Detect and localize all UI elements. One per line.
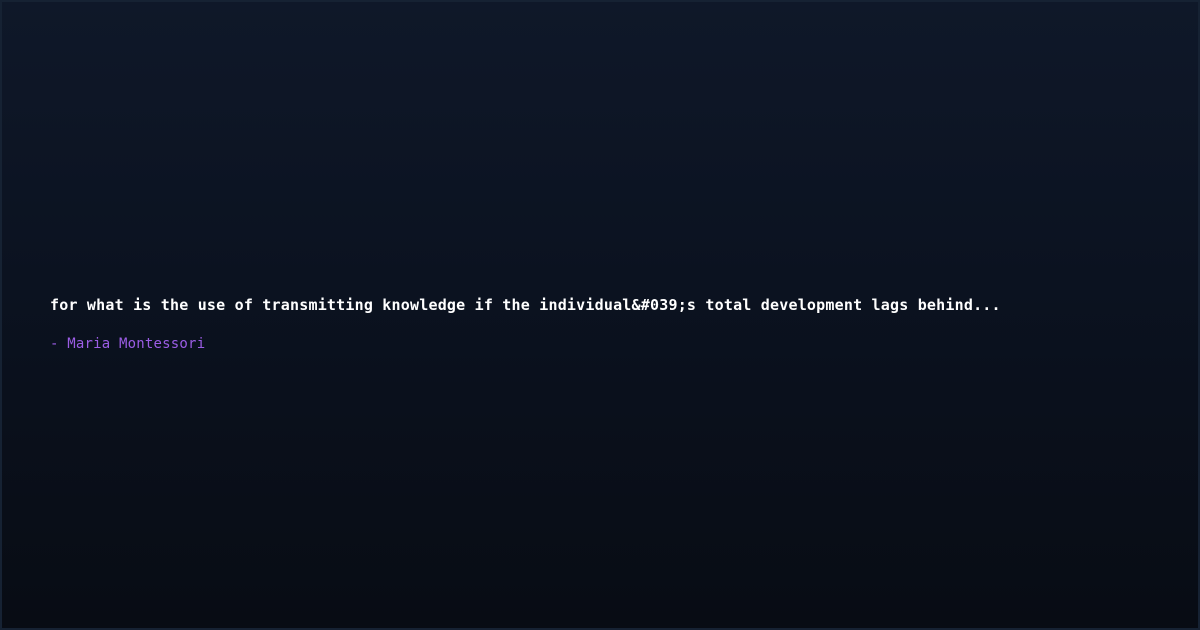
quote-author: - Maria Montessori: [50, 336, 206, 352]
quote-card: for what is the use of transmitting know…: [0, 0, 1200, 630]
quote-text: for what is the use of transmitting know…: [50, 296, 1001, 314]
quote-block: for what is the use of transmitting know…: [50, 294, 1150, 354]
